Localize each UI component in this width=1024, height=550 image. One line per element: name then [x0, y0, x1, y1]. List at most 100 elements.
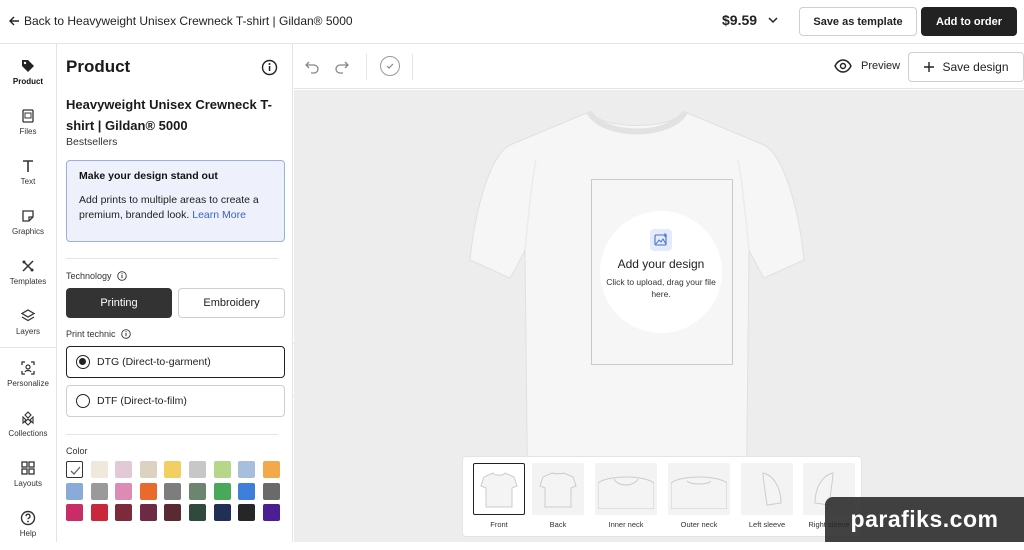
- color-swatch[interactable]: [66, 482, 83, 500]
- layouts-icon: [21, 461, 35, 475]
- redo-icon[interactable]: [334, 58, 350, 74]
- price-dropdown[interactable]: $9.59: [722, 12, 779, 28]
- save-as-template-button[interactable]: Save as template: [799, 7, 917, 36]
- nav-item-help[interactable]: Help: [0, 504, 56, 550]
- color-swatch[interactable]: [189, 461, 206, 478]
- upload-dropzone[interactable]: Add your design Click to upload, drag yo…: [600, 211, 722, 333]
- color-swatch[interactable]: [66, 504, 83, 521]
- product-panel: Product Heavyweight Unisex Crewneck T-sh…: [57, 44, 293, 542]
- dropzone-title: Add your design: [617, 257, 705, 271]
- radio-unselected: [76, 394, 90, 408]
- color-swatch[interactable]: [139, 504, 157, 521]
- technology-label: Technology: [66, 271, 127, 281]
- nav-label: Collections: [8, 429, 48, 438]
- print-option-dtg[interactable]: DTG (Direct-to-garment): [66, 346, 285, 378]
- color-swatch[interactable]: [213, 504, 231, 521]
- view-front[interactable]: Front: [469, 463, 529, 535]
- view-back[interactable]: Back: [528, 463, 588, 535]
- preview-button[interactable]: Preview: [834, 59, 900, 73]
- add-to-order-button[interactable]: Add to order: [921, 7, 1017, 36]
- technology-label-text: Technology: [66, 271, 112, 281]
- info-icon[interactable]: [120, 329, 131, 339]
- color-swatch[interactable]: [164, 504, 182, 521]
- layers-icon: [20, 309, 36, 322]
- watermark: parafiks.com: [825, 497, 1024, 542]
- nav-label: Help: [19, 529, 37, 538]
- color-swatch[interactable]: [90, 504, 108, 521]
- nav-item-layouts[interactable]: Layouts: [0, 454, 56, 500]
- nav-item-graphics[interactable]: Graphics: [0, 202, 56, 248]
- back-link[interactable]: Back to Heavyweight Unisex Crewneck T-sh…: [8, 14, 353, 28]
- color-swatch[interactable]: [90, 482, 108, 500]
- nav-item-text[interactable]: Text: [0, 152, 56, 198]
- color-swatch[interactable]: [238, 461, 256, 478]
- view-label: Left sleeve: [748, 520, 786, 529]
- tshirt-back-thumb: [539, 472, 577, 508]
- radio-selected: [76, 355, 90, 369]
- garment-color-button[interactable]: [380, 56, 400, 76]
- print-option-label: DTG (Direct-to-garment): [97, 356, 211, 368]
- print-option-dtf[interactable]: DTF (Direct-to-film): [66, 385, 285, 417]
- preview-label: Preview: [861, 60, 901, 72]
- color-swatch[interactable]: [262, 482, 280, 500]
- color-swatch[interactable]: [66, 461, 83, 478]
- view-outer-neck[interactable]: Outer neck: [666, 463, 732, 535]
- info-icon[interactable]: [116, 271, 127, 281]
- product-category: Bestsellers: [66, 136, 118, 148]
- templates-icon: [22, 260, 34, 272]
- technology-embroidery-button[interactable]: Embroidery: [178, 288, 285, 318]
- save-design-button[interactable]: Save design: [908, 52, 1024, 82]
- color-swatch[interactable]: [189, 504, 206, 521]
- color-swatch[interactable]: [139, 482, 157, 500]
- color-swatch[interactable]: [115, 482, 133, 500]
- inner-neck-thumb: [598, 476, 654, 509]
- color-swatch[interactable]: [139, 461, 157, 478]
- nav-item-layers[interactable]: Layers: [0, 302, 56, 348]
- color-swatch[interactable]: [115, 461, 133, 478]
- nav-label: Text: [20, 177, 36, 186]
- arrow-left-icon: [9, 16, 19, 26]
- nav-item-product[interactable]: Product: [0, 52, 56, 98]
- tag-icon: [22, 60, 34, 72]
- color-swatch[interactable]: [238, 482, 256, 500]
- color-swatch[interactable]: [164, 461, 182, 478]
- divider: [66, 258, 278, 259]
- color-swatch[interactable]: [213, 461, 231, 478]
- nav-item-templates[interactable]: Templates: [0, 252, 56, 298]
- nav-item-personalize[interactable]: Personalize: [0, 354, 56, 400]
- left-nav: Product Files Text Graphics Templates La…: [0, 44, 57, 542]
- nav-label: Product: [12, 77, 44, 86]
- technology-printing-button[interactable]: Printing: [66, 288, 172, 318]
- color-swatch[interactable]: [115, 504, 133, 521]
- promo-title: Make your design stand out: [79, 170, 218, 182]
- info-icon[interactable]: [261, 59, 278, 76]
- nav-label: Layers: [15, 327, 40, 336]
- personalize-icon: [21, 361, 35, 375]
- panel-title: Product: [66, 57, 131, 76]
- color-swatch[interactable]: [238, 504, 256, 521]
- color-swatch[interactable]: [90, 461, 108, 478]
- learn-more-link[interactable]: Learn More: [192, 209, 246, 221]
- color-swatch[interactable]: [213, 482, 231, 500]
- view-label: Front: [490, 520, 508, 529]
- nav-label: Layouts: [13, 479, 43, 488]
- undo-icon[interactable]: [304, 58, 320, 74]
- divider: [66, 434, 278, 435]
- help-icon: [20, 510, 36, 526]
- outer-neck-thumb: [671, 476, 727, 509]
- view-selector: Front Back Inner neck Outer neck Left sl…: [462, 456, 862, 537]
- view-inner-neck[interactable]: Inner neck: [593, 463, 659, 535]
- image-add-icon: [650, 229, 672, 251]
- color-swatch[interactable]: [262, 504, 280, 521]
- nav-label: Graphics: [11, 227, 44, 236]
- color-swatch[interactable]: [189, 482, 206, 500]
- nav-item-collections[interactable]: Collections: [0, 404, 56, 450]
- tshirt-front-thumb: [480, 472, 518, 508]
- color-swatch[interactable]: [164, 482, 182, 500]
- view-left-sleeve[interactable]: Left sleeve: [737, 463, 797, 535]
- nav-item-files[interactable]: Files: [0, 102, 56, 148]
- graphics-icon: [22, 210, 34, 222]
- color-label: Color: [66, 446, 88, 456]
- check-icon: [386, 63, 394, 69]
- color-swatch[interactable]: [262, 461, 280, 478]
